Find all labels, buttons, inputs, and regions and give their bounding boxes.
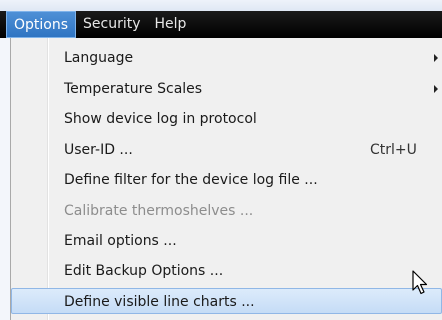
menu-item-label: Define filter for the device log file ..… [64, 172, 318, 188]
menu-item-email-options[interactable]: Email options ... [12, 228, 440, 254]
menu-item-edit-backup-options[interactable]: Edit Backup Options ... [12, 258, 440, 284]
menu-item-label: Show device log in protocol [64, 111, 257, 127]
menu-security[interactable]: Security [76, 11, 148, 38]
menu-item-define-visible-line-charts[interactable]: Define visible line charts ... [11, 288, 442, 314]
chevron-right-icon [434, 85, 438, 93]
menu-help[interactable]: Help [148, 11, 194, 38]
mouse-pointer-icon [412, 270, 428, 295]
window-top-edge [0, 0, 442, 11]
menu-item-label: Email options ... [64, 233, 177, 249]
menu-bar: Options Security Help [0, 11, 442, 38]
menu-item-define-filter[interactable]: Define filter for the device log file ..… [12, 167, 440, 193]
menu-item-show-device-log[interactable]: Show device log in protocol [12, 106, 440, 132]
menu-item-label: User-ID ... [64, 142, 133, 158]
chevron-right-icon [434, 54, 438, 62]
menu-item-user-id[interactable]: User-ID ... Ctrl+U [12, 137, 440, 163]
menu-item-label: Temperature Scales [64, 81, 203, 97]
options-dropdown-menu: Language Temperature Scales Show device … [10, 38, 442, 320]
menu-item-label: Define visible line charts ... [64, 294, 255, 310]
menu-item-label: Language [64, 50, 134, 66]
menu-item-label: Edit Backup Options ... [64, 263, 224, 279]
menu-item-temperature-scales[interactable]: Temperature Scales [12, 76, 440, 102]
menu-options[interactable]: Options [6, 11, 77, 38]
menu-item-language[interactable]: Language [12, 45, 440, 71]
menu-item-calibrate-thermoshelves: Calibrate thermoshelves ... [12, 198, 440, 224]
application-window: Options Security Help Language Temperatu… [0, 0, 442, 320]
menu-item-shortcut: Ctrl+U [370, 142, 417, 158]
menu-item-label: Calibrate thermoshelves ... [64, 203, 254, 219]
